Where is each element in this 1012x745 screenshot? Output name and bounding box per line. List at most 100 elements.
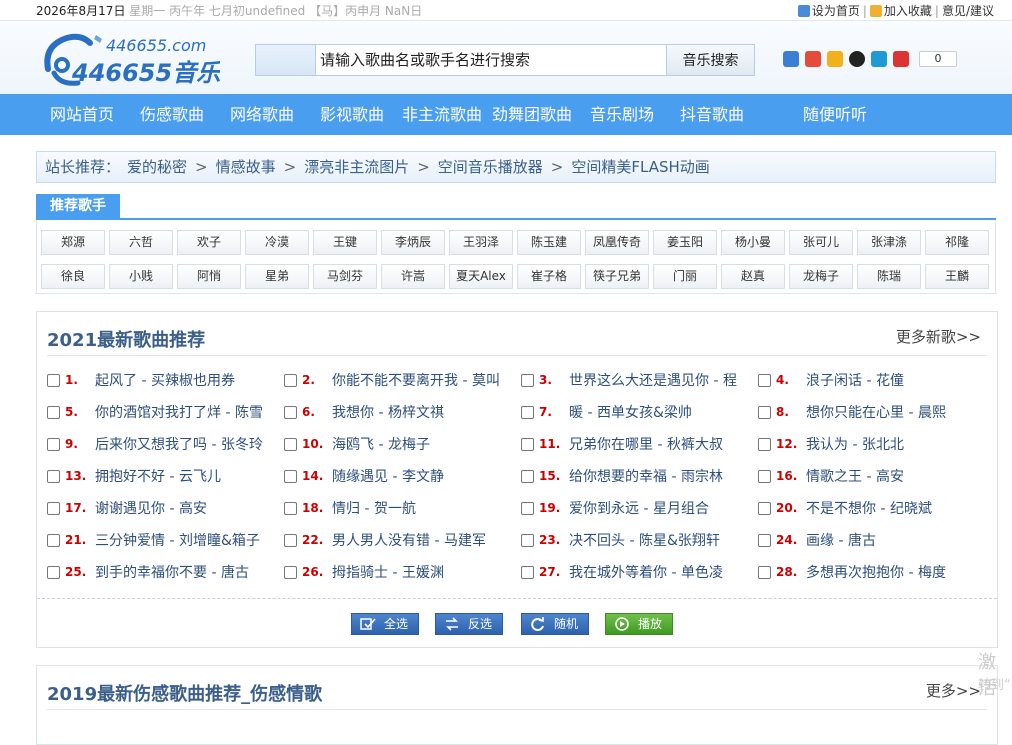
nav-random-listen[interactable]: 随便听听: [803, 94, 867, 135]
singer-link[interactable]: 小贱: [109, 264, 173, 289]
singer-link[interactable]: 六哲: [109, 230, 173, 255]
search-input[interactable]: [316, 45, 666, 75]
song-checkbox[interactable]: [521, 373, 534, 387]
song-checkbox[interactable]: [47, 533, 60, 547]
song-checkbox[interactable]: [521, 437, 534, 451]
song-title-link[interactable]: 我在城外等着你 - 单色凌: [569, 562, 723, 582]
song-title-link[interactable]: 画缘 - 唐古: [806, 530, 876, 550]
invert-selection-button[interactable]: 反选: [435, 613, 503, 635]
singer-link[interactable]: 筷子兄弟: [585, 264, 649, 289]
song-title-link[interactable]: 我认为 - 张北北: [806, 434, 904, 454]
singer-link[interactable]: 姜玉阳: [653, 230, 717, 255]
song-checkbox[interactable]: [284, 405, 297, 419]
singer-link[interactable]: 夏天Alex: [449, 264, 513, 289]
random-button[interactable]: 随机: [521, 613, 589, 635]
song-checkbox[interactable]: [47, 469, 60, 483]
more-sad-songs-link[interactable]: 更多>>: [926, 680, 981, 701]
recommend-link[interactable]: 空间精美FLASH动画: [571, 158, 709, 176]
singers-tab[interactable]: 推荐歌手: [36, 194, 120, 219]
song-checkbox[interactable]: [758, 437, 771, 451]
song-checkbox[interactable]: [47, 565, 60, 579]
recommend-link[interactable]: 爱的秘密: [127, 158, 187, 176]
add-favorite-link[interactable]: 加入收藏: [884, 4, 932, 18]
song-title-link[interactable]: 随缘遇见 - 李文静: [332, 466, 444, 486]
recommend-link[interactable]: 情感故事: [216, 158, 276, 176]
song-title-link[interactable]: 情歌之王 - 高安: [806, 466, 904, 486]
song-checkbox[interactable]: [284, 501, 297, 515]
nav-internet-songs[interactable]: 网络歌曲: [230, 94, 294, 135]
song-title-link[interactable]: 暖 - 西单女孩&梁帅: [569, 402, 692, 422]
song-title-link[interactable]: 世界这么大还是遇见你 - 程: [569, 370, 737, 390]
qq-penguin-icon[interactable]: [849, 51, 865, 67]
song-title-link[interactable]: 兄弟你在哪里 - 秋裤大叔: [569, 434, 723, 454]
nav-dance-songs[interactable]: 劲舞团歌曲: [492, 94, 572, 135]
song-title-link[interactable]: 想你只能在心里 - 晨熙: [806, 402, 946, 422]
song-title-link[interactable]: 三分钟爱情 - 刘增瞳&箱子: [95, 530, 260, 550]
search-button[interactable]: 音乐搜索: [666, 45, 754, 75]
song-checkbox[interactable]: [284, 565, 297, 579]
song-checkbox[interactable]: [284, 373, 297, 387]
singer-link[interactable]: 陈瑞: [857, 264, 921, 289]
singer-link[interactable]: 王键: [313, 230, 377, 255]
singer-link[interactable]: 凤凰传奇: [585, 230, 649, 255]
song-checkbox[interactable]: [521, 501, 534, 515]
singer-link[interactable]: 阿悄: [177, 264, 241, 289]
singer-link[interactable]: 陈玉建: [517, 230, 581, 255]
song-checkbox[interactable]: [758, 373, 771, 387]
set-homepage-link[interactable]: 设为首页: [812, 4, 860, 18]
song-checkbox[interactable]: [284, 533, 297, 547]
site-logo[interactable]: 446655.com 446655音乐: [40, 29, 220, 91]
song-title-link[interactable]: 决不回头 - 陈星&张翔轩: [569, 530, 720, 550]
song-checkbox[interactable]: [521, 469, 534, 483]
select-all-button[interactable]: 全选: [351, 613, 419, 635]
singer-link[interactable]: 许嵩: [381, 264, 445, 289]
singer-link[interactable]: 张津涤: [857, 230, 921, 255]
weibo-icon[interactable]: [805, 51, 821, 67]
song-checkbox[interactable]: [758, 405, 771, 419]
singer-link[interactable]: 郑源: [41, 230, 105, 255]
song-checkbox[interactable]: [758, 533, 771, 547]
song-title-link[interactable]: 到手的幸福你不要 - 唐古: [95, 562, 249, 582]
singer-link[interactable]: 崔子格: [517, 264, 581, 289]
singer-link[interactable]: 门丽: [653, 264, 717, 289]
song-checkbox[interactable]: [47, 373, 60, 387]
song-checkbox[interactable]: [47, 405, 60, 419]
singer-link[interactable]: 祁隆: [925, 230, 989, 255]
singer-link[interactable]: 张可儿: [789, 230, 853, 255]
nav-douyin-songs[interactable]: 抖音歌曲: [680, 94, 744, 135]
song-checkbox[interactable]: [758, 565, 771, 579]
pengyou-icon[interactable]: [871, 51, 887, 67]
song-checkbox[interactable]: [47, 437, 60, 451]
song-checkbox[interactable]: [284, 437, 297, 451]
singer-link[interactable]: 徐良: [41, 264, 105, 289]
song-checkbox[interactable]: [521, 533, 534, 547]
song-checkbox[interactable]: [758, 469, 771, 483]
singer-link[interactable]: 王羽泽: [449, 230, 513, 255]
nav-music-theater[interactable]: 音乐剧场: [590, 94, 654, 135]
share-plus-icon[interactable]: [783, 51, 799, 67]
singer-link[interactable]: 冷漠: [245, 230, 309, 255]
singer-link[interactable]: 马剑芬: [313, 264, 377, 289]
song-title-link[interactable]: 起风了 - 买辣椒也用券: [95, 370, 235, 390]
song-title-link[interactable]: 浪子闲话 - 花僮: [806, 370, 904, 390]
song-title-link[interactable]: 拇指骑士 - 王媛渊: [332, 562, 444, 582]
singer-link[interactable]: 李炳辰: [381, 230, 445, 255]
song-title-link[interactable]: 我想你 - 杨梓文祺: [332, 402, 444, 422]
singer-link[interactable]: 星弟: [245, 264, 309, 289]
singer-link[interactable]: 杨小曼: [721, 230, 785, 255]
song-title-link[interactable]: 海鸥飞 - 龙梅子: [332, 434, 430, 454]
song-title-link[interactable]: 爱你到永远 - 星月组合: [569, 498, 709, 518]
song-title-link[interactable]: 你能不能不要离开我 - 莫叫: [332, 370, 500, 390]
song-checkbox[interactable]: [47, 501, 60, 515]
tencent-weibo-icon[interactable]: [893, 51, 909, 67]
nav-home[interactable]: 网站首页: [50, 94, 114, 135]
qzone-star-icon[interactable]: [827, 51, 843, 67]
nav-nonmainstream-songs[interactable]: 非主流歌曲: [402, 94, 482, 135]
song-title-link[interactable]: 你的酒馆对我打了烊 - 陈雪: [95, 402, 263, 422]
song-title-link[interactable]: 后来你又想我了吗 - 张冬玲: [95, 434, 263, 454]
singer-link[interactable]: 王麟: [925, 264, 989, 289]
nav-sad-songs[interactable]: 伤感歌曲: [140, 94, 204, 135]
song-title-link[interactable]: 拥抱好不好 - 云飞儿: [95, 466, 221, 486]
song-title-link[interactable]: 谢谢遇见你 - 高安: [95, 498, 207, 518]
nav-film-songs[interactable]: 影视歌曲: [320, 94, 384, 135]
